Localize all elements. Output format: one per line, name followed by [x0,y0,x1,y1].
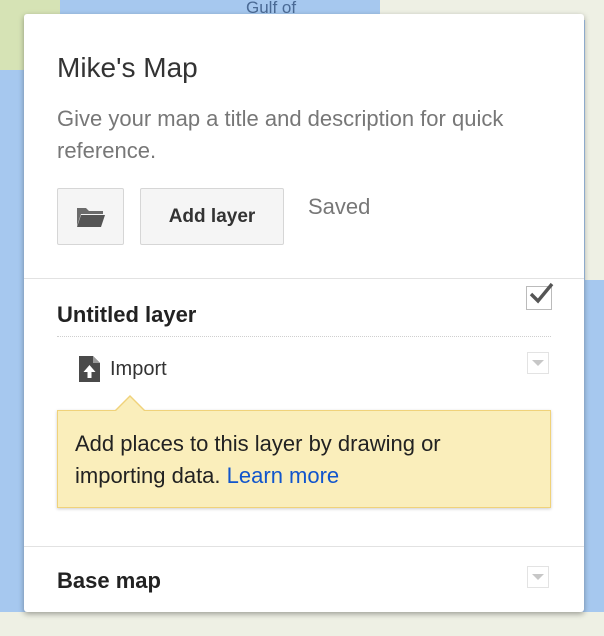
add-layer-button[interactable]: Add layer [140,188,284,245]
learn-more-link[interactable]: Learn more [227,463,340,488]
import-label: Import [110,357,167,380]
folder-icon [76,207,105,227]
layer-visibility-checkbox[interactable] [526,282,554,310]
base-map-dropdown[interactable] [527,566,549,588]
layer-title[interactable]: Untitled layer [57,302,196,328]
open-map-button[interactable] [57,188,124,245]
land-area [0,612,604,636]
land-area [585,0,604,280]
section-divider [24,546,584,547]
file-upload-icon [79,356,100,382]
add-places-tooltip: Add places to this layer by drawing or i… [57,395,551,508]
map-title[interactable]: Mike's Map [57,52,198,84]
map-description[interactable]: Give your map a title and description fo… [57,103,527,167]
layer-divider [57,336,551,337]
map-details-panel: Mike's Map Give your map a title and des… [24,14,584,612]
base-map-title: Base map [57,568,161,593]
layer-options-dropdown[interactable] [527,352,549,374]
import-link[interactable]: Import [79,354,167,384]
map-header: Mike's Map Give your map a title and des… [24,14,584,279]
check-icon [529,282,554,304]
save-status: Saved [308,194,371,219]
